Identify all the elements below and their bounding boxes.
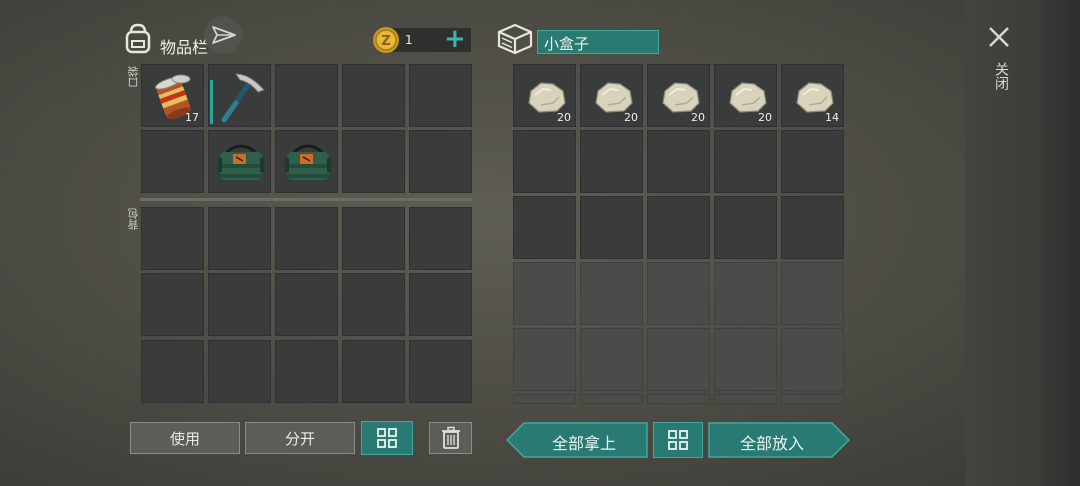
- container-slot[interactable]: [580, 394, 643, 404]
- container-slot[interactable]: 14: [781, 64, 844, 127]
- container-slot[interactable]: [714, 262, 777, 325]
- backpack-slot[interactable]: [208, 273, 271, 336]
- item-count: 20: [557, 111, 571, 124]
- close-button[interactable]: 关闭: [984, 22, 1014, 102]
- backpack-slot[interactable]: [409, 273, 472, 336]
- container-slot[interactable]: 20: [513, 64, 576, 127]
- container-name-field[interactable]: 小盒子: [537, 30, 659, 54]
- pocket-slot[interactable]: [275, 64, 338, 127]
- item-count: 20: [691, 111, 705, 124]
- container-slot[interactable]: [513, 328, 576, 391]
- add-currency-button[interactable]: +: [444, 24, 466, 54]
- backpack-slot[interactable]: [208, 207, 271, 270]
- durability-bar: [210, 80, 213, 124]
- pocket-slot[interactable]: [342, 130, 405, 193]
- currency-amount: 1: [405, 33, 413, 47]
- sort-container-button[interactable]: [653, 422, 703, 458]
- container-slot[interactable]: [714, 328, 777, 391]
- box-icon: [497, 23, 533, 55]
- item-count: 20: [758, 111, 772, 124]
- backpack-slot[interactable]: [141, 340, 204, 403]
- grid-sort-icon: [377, 428, 397, 448]
- item-count: 17: [185, 111, 199, 124]
- container-slot[interactable]: [781, 130, 844, 193]
- right-side-panel: [965, 0, 1080, 486]
- backpack-slot[interactable]: [208, 340, 271, 403]
- container-slot[interactable]: [647, 196, 710, 259]
- gold-coin-icon: Z: [373, 27, 399, 53]
- container-slot[interactable]: [714, 196, 777, 259]
- container-slot[interactable]: [580, 328, 643, 391]
- backpack-icon: [125, 23, 151, 54]
- backpack-slot[interactable]: [141, 207, 204, 270]
- backpack-slot[interactable]: [275, 207, 338, 270]
- container-slot[interactable]: [513, 196, 576, 259]
- sort-inventory-button[interactable]: [361, 421, 413, 455]
- trash-icon: [441, 426, 460, 449]
- backpack-slot[interactable]: [342, 340, 405, 403]
- backpack-label: 背包: [127, 208, 140, 230]
- close-icon: [989, 27, 1009, 47]
- container-name: 小盒子: [544, 35, 590, 53]
- container-slot[interactable]: [513, 130, 576, 193]
- container-slot[interactable]: [580, 196, 643, 259]
- pocket-slot[interactable]: [409, 130, 472, 193]
- container-slot[interactable]: [781, 196, 844, 259]
- container-slot[interactable]: [781, 328, 844, 391]
- container-slot[interactable]: 20: [580, 64, 643, 127]
- container-slot[interactable]: [513, 394, 576, 404]
- backpack-slot[interactable]: [342, 207, 405, 270]
- container-slot[interactable]: [781, 262, 844, 325]
- container-slot[interactable]: [714, 394, 777, 404]
- take-all-label: 全部拿上: [551, 434, 616, 453]
- item-count: 20: [624, 111, 638, 124]
- supply-bag-icon: [276, 131, 339, 194]
- pocket-slot[interactable]: [275, 130, 338, 193]
- pocket-label: 口袋: [127, 66, 140, 88]
- split-button[interactable]: 分开: [245, 422, 355, 454]
- put-all-label: 全部放入: [739, 434, 804, 453]
- container-slot[interactable]: [714, 130, 777, 193]
- trash-button[interactable]: [429, 422, 472, 454]
- container-slot[interactable]: [580, 130, 643, 193]
- container-slot[interactable]: [513, 262, 576, 325]
- backpack-slot[interactable]: [275, 273, 338, 336]
- pocket-slot[interactable]: [141, 130, 204, 193]
- backpack-slot[interactable]: [342, 273, 405, 336]
- container-slot[interactable]: [647, 328, 710, 391]
- backpack-slot[interactable]: [409, 207, 472, 270]
- paper-plane-icon: [212, 26, 236, 44]
- backpack-slot[interactable]: [409, 340, 472, 403]
- inventory-title: 物品栏: [160, 38, 209, 57]
- pocket-slot[interactable]: [208, 64, 271, 127]
- supply-bag-icon: [209, 131, 272, 194]
- container-slot[interactable]: 20: [714, 64, 777, 127]
- backpack-slot[interactable]: [141, 273, 204, 336]
- pickaxe-icon: [209, 65, 272, 128]
- close-label: 关闭: [993, 62, 1009, 90]
- pocket-slot[interactable]: 17: [141, 64, 204, 127]
- svg-text:Z: Z: [381, 34, 390, 49]
- container-slot[interactable]: [580, 262, 643, 325]
- item-count: 14: [825, 111, 839, 124]
- pocket-slot[interactable]: [342, 64, 405, 127]
- container-slot[interactable]: [781, 394, 844, 404]
- pocket-slot[interactable]: [409, 64, 472, 127]
- use-button[interactable]: 使用: [130, 422, 240, 454]
- container-slot[interactable]: [647, 262, 710, 325]
- backpack-slot[interactable]: [275, 340, 338, 403]
- container-slot[interactable]: 20: [647, 64, 710, 127]
- pocket-slot[interactable]: [208, 130, 271, 193]
- grid-sort-icon: [668, 430, 688, 450]
- pocket-divider: [140, 198, 472, 201]
- container-slot[interactable]: [647, 394, 710, 404]
- send-button[interactable]: [204, 16, 242, 54]
- container-slot[interactable]: [647, 130, 710, 193]
